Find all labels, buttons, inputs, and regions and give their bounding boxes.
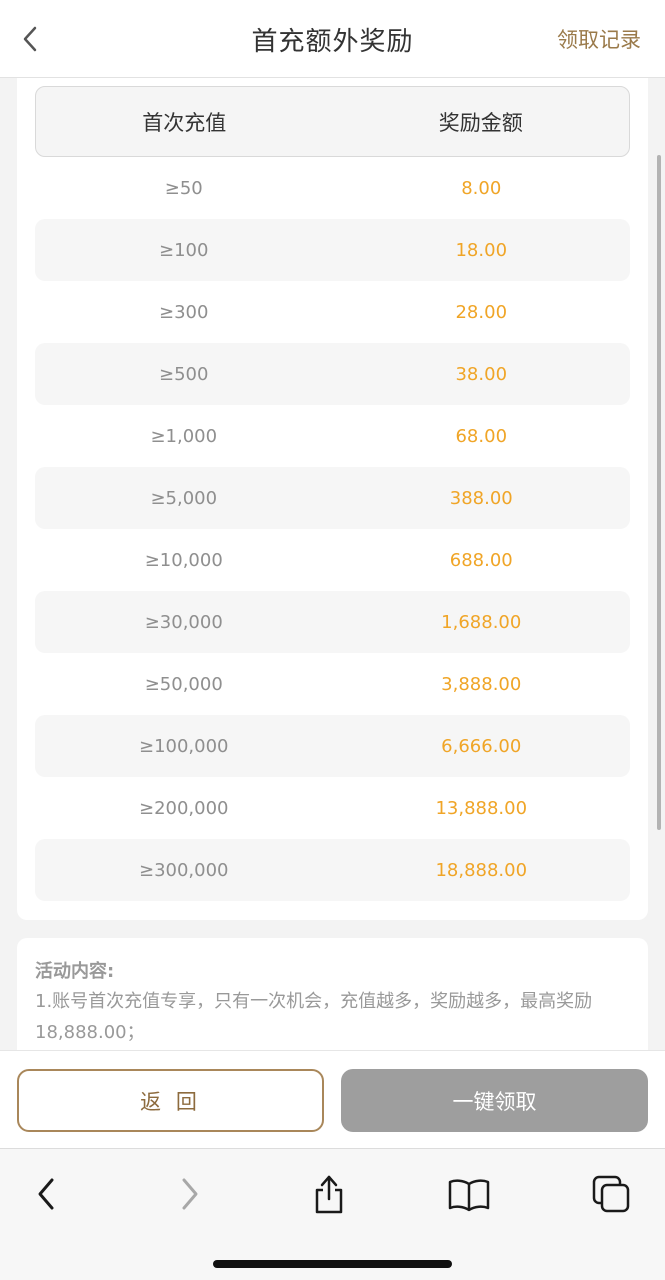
table-row: ≥50,000 3,888.00 bbox=[35, 653, 630, 715]
reward-amount: 6,666.00 bbox=[441, 735, 522, 757]
tabs-icon bbox=[592, 1175, 630, 1213]
recharge-threshold: ≥500 bbox=[159, 363, 209, 385]
reward-amount: 1,688.00 bbox=[441, 611, 522, 633]
recharge-threshold: ≥5,000 bbox=[150, 487, 218, 509]
description-text: 1.账号首次充值专享，只有一次机会，充值越多，奖励越多，最高奖励18,888.0… bbox=[35, 991, 593, 1043]
table-row: ≥200,000 13,888.00 bbox=[35, 777, 630, 839]
browser-forward-button[interactable] bbox=[162, 1169, 218, 1219]
reward-table-rows: ≥50 8.00 ≥100 18.00 ≥300 28.00 ≥500 38.00 ≥1,000… bbox=[35, 157, 630, 901]
column-header-reward-amount: 奖励金额 bbox=[438, 110, 523, 135]
claim-all-button[interactable]: 一键领取 bbox=[341, 1069, 648, 1132]
reward-amount: 38.00 bbox=[455, 363, 508, 385]
table-row: ≥30,000 1,688.00 bbox=[35, 591, 630, 653]
return-button[interactable]: 返 回 bbox=[17, 1069, 324, 1132]
reward-amount: 8.00 bbox=[461, 177, 502, 199]
app-header: 首充额外奖励 领取记录 bbox=[0, 0, 665, 78]
table-row: ≥300 28.00 bbox=[35, 281, 630, 343]
reward-amount: 13,888.00 bbox=[435, 797, 528, 819]
tabs-button[interactable] bbox=[583, 1169, 639, 1219]
recharge-threshold: ≥100,000 bbox=[138, 735, 229, 757]
table-row: ≥50 8.00 bbox=[35, 157, 630, 219]
table-row: ≥500 38.00 bbox=[35, 343, 630, 405]
reward-amount: 388.00 bbox=[449, 487, 513, 509]
description-heading: 活动内容: bbox=[35, 961, 115, 982]
recharge-threshold: ≥30,000 bbox=[144, 611, 223, 633]
recharge-threshold: ≥50 bbox=[164, 177, 203, 199]
action-bar: 返 回 一键领取 bbox=[0, 1050, 665, 1148]
book-icon bbox=[448, 1179, 490, 1212]
share-button[interactable] bbox=[301, 1169, 357, 1219]
reward-amount: 3,888.00 bbox=[441, 673, 522, 695]
recharge-threshold: ≥50,000 bbox=[144, 673, 223, 695]
column-header-first-recharge: 首次充值 bbox=[142, 110, 227, 135]
table-row: ≥100 18.00 bbox=[35, 219, 630, 281]
table-row: ≥1,000 68.00 bbox=[35, 405, 630, 467]
table-header: 首次充值 奖励金额 bbox=[35, 86, 630, 157]
reward-amount: 688.00 bbox=[449, 549, 513, 571]
recharge-threshold: ≥1,000 bbox=[150, 425, 218, 447]
claim-records-link[interactable]: 领取记录 bbox=[557, 0, 641, 78]
reward-table-card: 首次充值 奖励金额 ≥50 8.00 ≥100 18.00 ≥300 28.00 ≥500 3… bbox=[17, 66, 648, 920]
recharge-threshold: ≥300,000 bbox=[138, 859, 229, 881]
recharge-threshold: ≥100 bbox=[159, 239, 209, 261]
reward-amount: 18.00 bbox=[455, 239, 508, 261]
scrollbar[interactable] bbox=[657, 155, 661, 830]
browser-back-button[interactable] bbox=[18, 1169, 74, 1219]
reward-amount: 68.00 bbox=[455, 425, 508, 447]
table-row: ≥100,000 6,666.00 bbox=[35, 715, 630, 777]
reward-amount: 18,888.00 bbox=[435, 859, 528, 881]
bookmarks-button[interactable] bbox=[441, 1169, 497, 1219]
table-row: ≥10,000 688.00 bbox=[35, 529, 630, 591]
recharge-threshold: ≥200,000 bbox=[138, 797, 229, 819]
recharge-threshold: ≥300 bbox=[159, 301, 209, 323]
home-indicator bbox=[213, 1260, 452, 1268]
chevron-left-icon bbox=[38, 1178, 54, 1210]
table-row: ≥5,000 388.00 bbox=[35, 467, 630, 529]
chevron-right-icon bbox=[182, 1178, 198, 1210]
share-icon bbox=[315, 1175, 343, 1214]
recharge-threshold: ≥10,000 bbox=[144, 549, 223, 571]
table-row: ≥300,000 18,888.00 bbox=[35, 839, 630, 901]
reward-amount: 28.00 bbox=[455, 301, 508, 323]
